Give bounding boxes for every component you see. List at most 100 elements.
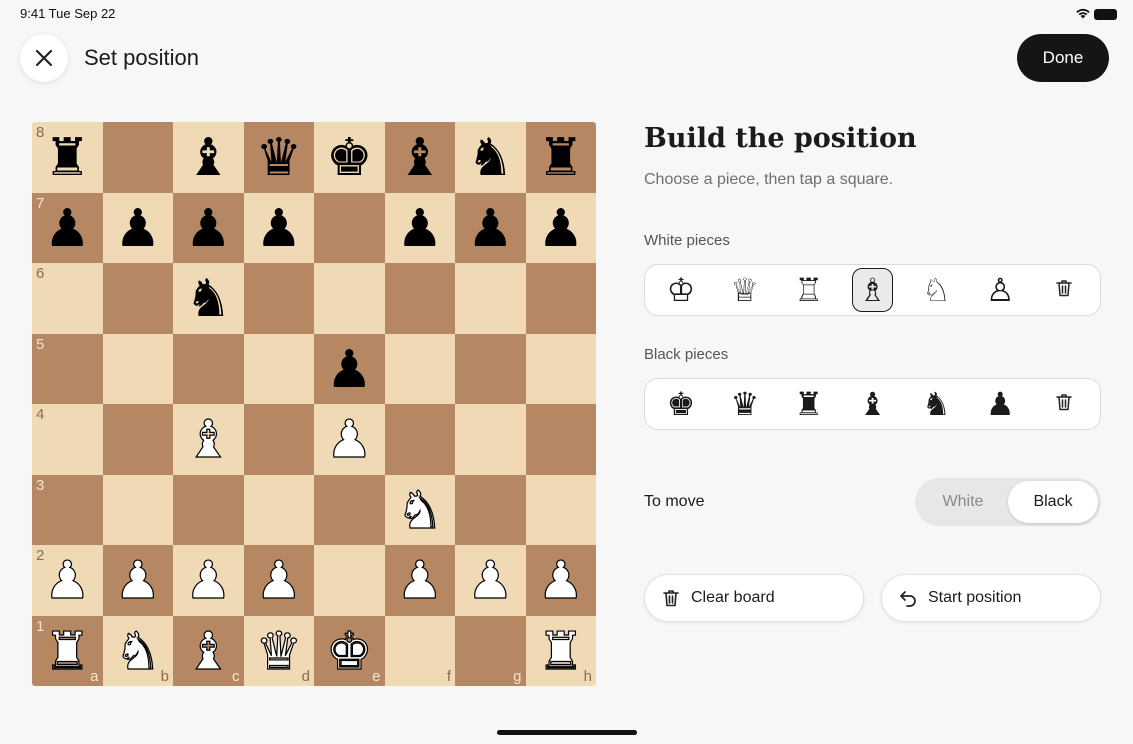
black-pawn-piece: ♟ bbox=[325, 339, 373, 400]
start-position-button[interactable]: Start position bbox=[881, 574, 1101, 622]
square-a1[interactable]: 1 a ♜ bbox=[32, 615, 103, 686]
square-a5[interactable]: 5 bbox=[32, 333, 103, 404]
rank-label: 3 bbox=[36, 476, 45, 494]
square-g7[interactable]: ♟ bbox=[455, 192, 526, 263]
to-move-black-option[interactable]: Black bbox=[1008, 481, 1098, 523]
square-g8[interactable]: ♞ bbox=[455, 122, 526, 193]
square-e6[interactable] bbox=[314, 263, 385, 334]
close-button[interactable] bbox=[20, 34, 68, 82]
white-rook-piece: ♜ bbox=[43, 621, 91, 682]
black-pieces-palette: ♚ ♛ ♜ ♝ ♞ ♟ bbox=[644, 378, 1101, 430]
square-b8[interactable] bbox=[102, 122, 173, 193]
square-a3[interactable]: 3 bbox=[32, 474, 103, 545]
square-c6[interactable]: ♞ bbox=[173, 263, 244, 334]
square-d3[interactable] bbox=[243, 474, 314, 545]
square-h6[interactable] bbox=[525, 263, 596, 334]
square-f3[interactable]: ♞ bbox=[384, 474, 455, 545]
square-a7[interactable]: 7 ♟ bbox=[32, 192, 103, 263]
square-h7[interactable]: ♟ bbox=[525, 192, 596, 263]
palette-black-rook-button[interactable]: ♜ bbox=[788, 382, 830, 426]
square-e8[interactable]: ♚ bbox=[314, 122, 385, 193]
square-f8[interactable]: ♝ bbox=[384, 122, 455, 193]
square-a8[interactable]: 8 ♜ bbox=[32, 122, 103, 193]
square-b3[interactable] bbox=[102, 474, 173, 545]
palette-black-bishop-button[interactable]: ♝ bbox=[852, 382, 894, 426]
square-e3[interactable] bbox=[314, 474, 385, 545]
square-c2[interactable]: ♟ bbox=[173, 545, 244, 616]
square-f6[interactable] bbox=[384, 263, 455, 334]
palette-white-knight-button[interactable]: ♘ bbox=[915, 268, 957, 312]
square-c3[interactable] bbox=[173, 474, 244, 545]
square-f7[interactable]: ♟ bbox=[384, 192, 455, 263]
palette-white-bishop-button[interactable]: ♗ bbox=[851, 268, 894, 312]
white-pawn-piece: ♟ bbox=[325, 410, 373, 471]
palette-black-knight-button[interactable]: ♞ bbox=[915, 382, 957, 426]
palette-trash-button[interactable] bbox=[1043, 268, 1085, 312]
black-knight-icon: ♞ bbox=[922, 385, 951, 423]
square-d5[interactable] bbox=[243, 333, 314, 404]
white-rook-icon: ♖ bbox=[794, 271, 823, 309]
square-b7[interactable]: ♟ bbox=[102, 192, 173, 263]
square-e2[interactable] bbox=[314, 545, 385, 616]
square-b4[interactable] bbox=[102, 404, 173, 475]
square-e4[interactable]: ♟ bbox=[314, 404, 385, 475]
square-g6[interactable] bbox=[455, 263, 526, 334]
palette-black-king-button[interactable]: ♚ bbox=[660, 382, 702, 426]
square-d2[interactable]: ♟ bbox=[243, 545, 314, 616]
rank-label: 5 bbox=[36, 335, 45, 353]
palette-white-pawn-button[interactable]: ♙ bbox=[979, 268, 1021, 312]
square-f4[interactable] bbox=[384, 404, 455, 475]
square-g4[interactable] bbox=[455, 404, 526, 475]
square-d8[interactable]: ♛ bbox=[243, 122, 314, 193]
square-h8[interactable]: ♜ bbox=[525, 122, 596, 193]
square-c7[interactable]: ♟ bbox=[173, 192, 244, 263]
square-h2[interactable]: ♟ bbox=[525, 545, 596, 616]
square-e7[interactable] bbox=[314, 192, 385, 263]
square-f2[interactable]: ♟ bbox=[384, 545, 455, 616]
to-move-toggle: White Black bbox=[915, 478, 1101, 526]
square-e5[interactable]: ♟ bbox=[314, 333, 385, 404]
square-g3[interactable] bbox=[455, 474, 526, 545]
square-c8[interactable]: ♝ bbox=[173, 122, 244, 193]
white-knight-piece: ♞ bbox=[396, 480, 444, 541]
square-b5[interactable] bbox=[102, 333, 173, 404]
white-pieces-palette: ♔ ♕ ♖ ♗ ♘ ♙ bbox=[644, 264, 1101, 316]
clear-board-button[interactable]: Clear board bbox=[644, 574, 864, 622]
start-position-label: Start position bbox=[928, 589, 1022, 606]
square-a4[interactable]: 4 bbox=[32, 404, 103, 475]
square-d4[interactable] bbox=[243, 404, 314, 475]
to-move-white-option[interactable]: White bbox=[918, 481, 1008, 523]
square-a6[interactable]: 6 bbox=[32, 263, 103, 334]
square-f1[interactable]: f bbox=[384, 615, 455, 686]
square-e1[interactable]: e ♚ bbox=[314, 615, 385, 686]
palette-white-rook-button[interactable]: ♖ bbox=[788, 268, 830, 312]
square-d7[interactable]: ♟ bbox=[243, 192, 314, 263]
square-g2[interactable]: ♟ bbox=[455, 545, 526, 616]
square-f5[interactable] bbox=[384, 333, 455, 404]
palette-white-queen-button[interactable]: ♕ bbox=[724, 268, 766, 312]
square-a2[interactable]: 2 ♟ bbox=[32, 545, 103, 616]
square-h3[interactable] bbox=[525, 474, 596, 545]
square-d1[interactable]: d ♛ bbox=[243, 615, 314, 686]
square-c4[interactable]: ♝ bbox=[173, 404, 244, 475]
square-b6[interactable] bbox=[102, 263, 173, 334]
square-c5[interactable] bbox=[173, 333, 244, 404]
square-b2[interactable]: ♟ bbox=[102, 545, 173, 616]
white-queen-icon: ♕ bbox=[730, 271, 760, 309]
done-button[interactable]: Done bbox=[1017, 34, 1109, 82]
square-b1[interactable]: b ♞ bbox=[102, 615, 173, 686]
square-h1[interactable]: h ♜ bbox=[525, 615, 596, 686]
palette-trash-button[interactable] bbox=[1043, 382, 1085, 426]
square-d6[interactable] bbox=[243, 263, 314, 334]
palette-white-king-button[interactable]: ♔ bbox=[660, 268, 702, 312]
palette-black-pawn-button[interactable]: ♟ bbox=[979, 382, 1021, 426]
square-g5[interactable] bbox=[455, 333, 526, 404]
square-h4[interactable] bbox=[525, 404, 596, 475]
square-h5[interactable] bbox=[525, 333, 596, 404]
white-bishop-piece: ♝ bbox=[184, 621, 232, 682]
square-c1[interactable]: c ♝ bbox=[173, 615, 244, 686]
palette-black-queen-button[interactable]: ♛ bbox=[724, 382, 766, 426]
black-bishop-piece: ♝ bbox=[184, 128, 232, 189]
black-rook-icon: ♜ bbox=[794, 385, 823, 423]
square-g1[interactable]: g bbox=[455, 615, 526, 686]
